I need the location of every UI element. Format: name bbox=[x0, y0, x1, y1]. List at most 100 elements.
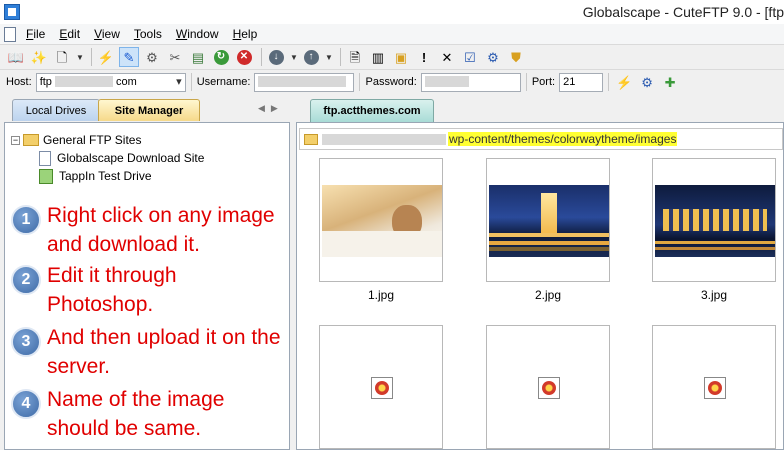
folder-icon bbox=[23, 134, 39, 146]
qc-separator bbox=[608, 73, 610, 91]
menu-help[interactable]: Help bbox=[233, 27, 258, 41]
app-icon bbox=[4, 4, 20, 20]
connect-icon[interactable]: ⚡ bbox=[614, 72, 634, 92]
site-properties-icon[interactable]: ▤ bbox=[188, 47, 208, 67]
edit-document-icon[interactable]: 🗎 bbox=[345, 47, 365, 67]
file-name: 2.jpg bbox=[534, 288, 562, 302]
menu-view[interactable]: View bbox=[94, 27, 120, 41]
settings-gear-icon[interactable]: ⚙ bbox=[483, 47, 503, 67]
menu-edit[interactable]: Edit bbox=[59, 27, 80, 41]
image-preview bbox=[489, 185, 609, 257]
tab-local-drives[interactable]: Local Drives bbox=[12, 99, 100, 121]
step-number-badge: 4 bbox=[11, 389, 41, 419]
collapse-icon[interactable]: − bbox=[11, 135, 20, 145]
image-placeholder-icon bbox=[538, 377, 560, 399]
tree-item[interactable]: Globalscape Download Site bbox=[11, 149, 204, 167]
tab-remote-site[interactable]: ftp.actthemes.com bbox=[310, 99, 434, 122]
redacted-path bbox=[322, 133, 446, 145]
download-icon[interactable]: ↓ bbox=[266, 47, 286, 67]
username-field[interactable] bbox=[254, 72, 355, 92]
new-folder-icon[interactable]: ▣ bbox=[391, 47, 411, 67]
step-text: And then upload it on the server. bbox=[47, 326, 281, 378]
annotation-step: 3 And then upload it on the server. bbox=[11, 323, 287, 381]
annotation-step: 1 Right click on any image and download … bbox=[11, 201, 287, 259]
open-book-icon[interactable]: 📖 bbox=[6, 47, 26, 67]
chevron-down-icon[interactable]: ▼ bbox=[324, 53, 334, 62]
chevron-down-icon[interactable]: ▼ bbox=[75, 53, 85, 62]
tree-item[interactable]: TappIn Test Drive bbox=[11, 167, 204, 185]
file-thumbnail[interactable] bbox=[319, 158, 443, 282]
tree-item-label: Globalscape Download Site bbox=[57, 151, 205, 165]
quick-connect-icon[interactable]: ✎ bbox=[119, 47, 139, 67]
port-label: Port: bbox=[531, 76, 556, 88]
toolbar-separator bbox=[91, 48, 92, 66]
redacted-password bbox=[424, 76, 469, 88]
file-thumbnail[interactable] bbox=[652, 158, 776, 282]
file-name: 3.jpg bbox=[700, 288, 728, 302]
connect-plug-icon[interactable]: ⚡ bbox=[96, 47, 116, 67]
reconnect-icon[interactable]: ⚙ bbox=[142, 47, 162, 67]
file-name: 1.jpg bbox=[367, 288, 395, 302]
connection-settings-icon[interactable]: ⚙ bbox=[637, 72, 657, 92]
file-thumbnail[interactable] bbox=[319, 325, 443, 449]
add-site-icon[interactable]: ✚ bbox=[660, 72, 680, 92]
tab-scroll-arrows-icon[interactable]: ◀▶ bbox=[258, 103, 284, 114]
image-preview bbox=[322, 185, 442, 257]
port-field[interactable]: 21 bbox=[559, 72, 604, 92]
redacted-host bbox=[54, 76, 113, 88]
document-icon[interactable] bbox=[4, 26, 16, 42]
chevron-down-icon[interactable]: ▼ bbox=[289, 53, 299, 62]
host-label: Host: bbox=[6, 76, 32, 88]
wizard-wand-icon[interactable]: ✨ bbox=[29, 47, 49, 67]
host-value-suffix: com bbox=[116, 75, 137, 88]
annotation-step: 4 Name of the image should be same. bbox=[11, 385, 287, 443]
step-number-badge: 3 bbox=[11, 327, 41, 357]
host-field[interactable]: ftp com bbox=[35, 72, 186, 92]
menu-file[interactable]: File bbox=[26, 27, 45, 41]
new-document-icon[interactable]: 🗋 bbox=[52, 47, 72, 67]
qc-separator bbox=[190, 73, 192, 91]
checklist-icon[interactable]: ☑ bbox=[460, 47, 480, 67]
exclamation-icon[interactable]: ! bbox=[414, 47, 434, 67]
tree-root-label: General FTP Sites bbox=[43, 133, 142, 147]
site-tree: − General FTP Sites Globalscape Download… bbox=[11, 131, 204, 185]
host-value-prefix: ftp bbox=[39, 75, 52, 88]
remote-path-bar[interactable]: wp-content/themes/colorwaytheme/images bbox=[299, 128, 783, 150]
shield-icon[interactable]: ⛊ bbox=[506, 47, 526, 67]
redacted-username bbox=[258, 76, 347, 88]
tree-root[interactable]: − General FTP Sites bbox=[11, 131, 204, 149]
compare-icon[interactable]: ▥ bbox=[368, 47, 388, 67]
quick-connect-bar: Host: ftp com Username: Password: Port: … bbox=[0, 70, 784, 94]
toolbar: 📖 ✨ 🗋 ▼ ⚡ ✎ ⚙ ✂ ▤ ↻ ✕ ↓ ▼ ↑ ▼ 🗎 ▥ ▣ ! ✕ … bbox=[0, 44, 784, 70]
tappin-icon bbox=[39, 168, 53, 184]
menu-window[interactable]: Window bbox=[176, 27, 219, 41]
site-manager-panel: − General FTP Sites Globalscape Download… bbox=[4, 122, 290, 450]
file-thumbnail[interactable] bbox=[486, 158, 610, 282]
upload-icon[interactable]: ↑ bbox=[301, 47, 321, 67]
image-placeholder-icon bbox=[704, 377, 726, 399]
remote-path: wp-content/themes/colorwaytheme/images bbox=[448, 132, 678, 146]
step-number-badge: 2 bbox=[11, 265, 41, 295]
folder-icon bbox=[304, 133, 318, 145]
image-placeholder-icon bbox=[371, 377, 393, 399]
password-label: Password: bbox=[365, 76, 417, 88]
step-text: Name of the image should be same. bbox=[47, 388, 225, 440]
tab-site-manager[interactable]: Site Manager bbox=[98, 99, 200, 121]
refresh-icon[interactable]: ↻ bbox=[211, 47, 231, 67]
toolbar-separator bbox=[261, 48, 262, 66]
left-tab-strip: Local Drives Site Manager ◀▶ bbox=[0, 96, 296, 122]
file-thumbnail[interactable] bbox=[652, 325, 776, 449]
username-label: Username: bbox=[196, 76, 251, 88]
qc-separator bbox=[359, 73, 361, 91]
menu-tools[interactable]: Tools bbox=[134, 27, 162, 41]
password-field[interactable] bbox=[420, 72, 521, 92]
annotation-step: 2 Edit it through Photoshop. bbox=[11, 261, 287, 319]
step-number-badge: 1 bbox=[11, 205, 41, 235]
image-preview bbox=[655, 185, 775, 257]
step-text: Right click on any image and download it… bbox=[47, 204, 275, 256]
disconnect-icon[interactable]: ✂ bbox=[165, 47, 185, 67]
file-thumbnail[interactable] bbox=[486, 325, 610, 449]
delete-icon[interactable]: ✕ bbox=[437, 47, 457, 67]
stop-icon[interactable]: ✕ bbox=[234, 47, 254, 67]
step-text: Edit it through Photoshop. bbox=[47, 264, 177, 316]
